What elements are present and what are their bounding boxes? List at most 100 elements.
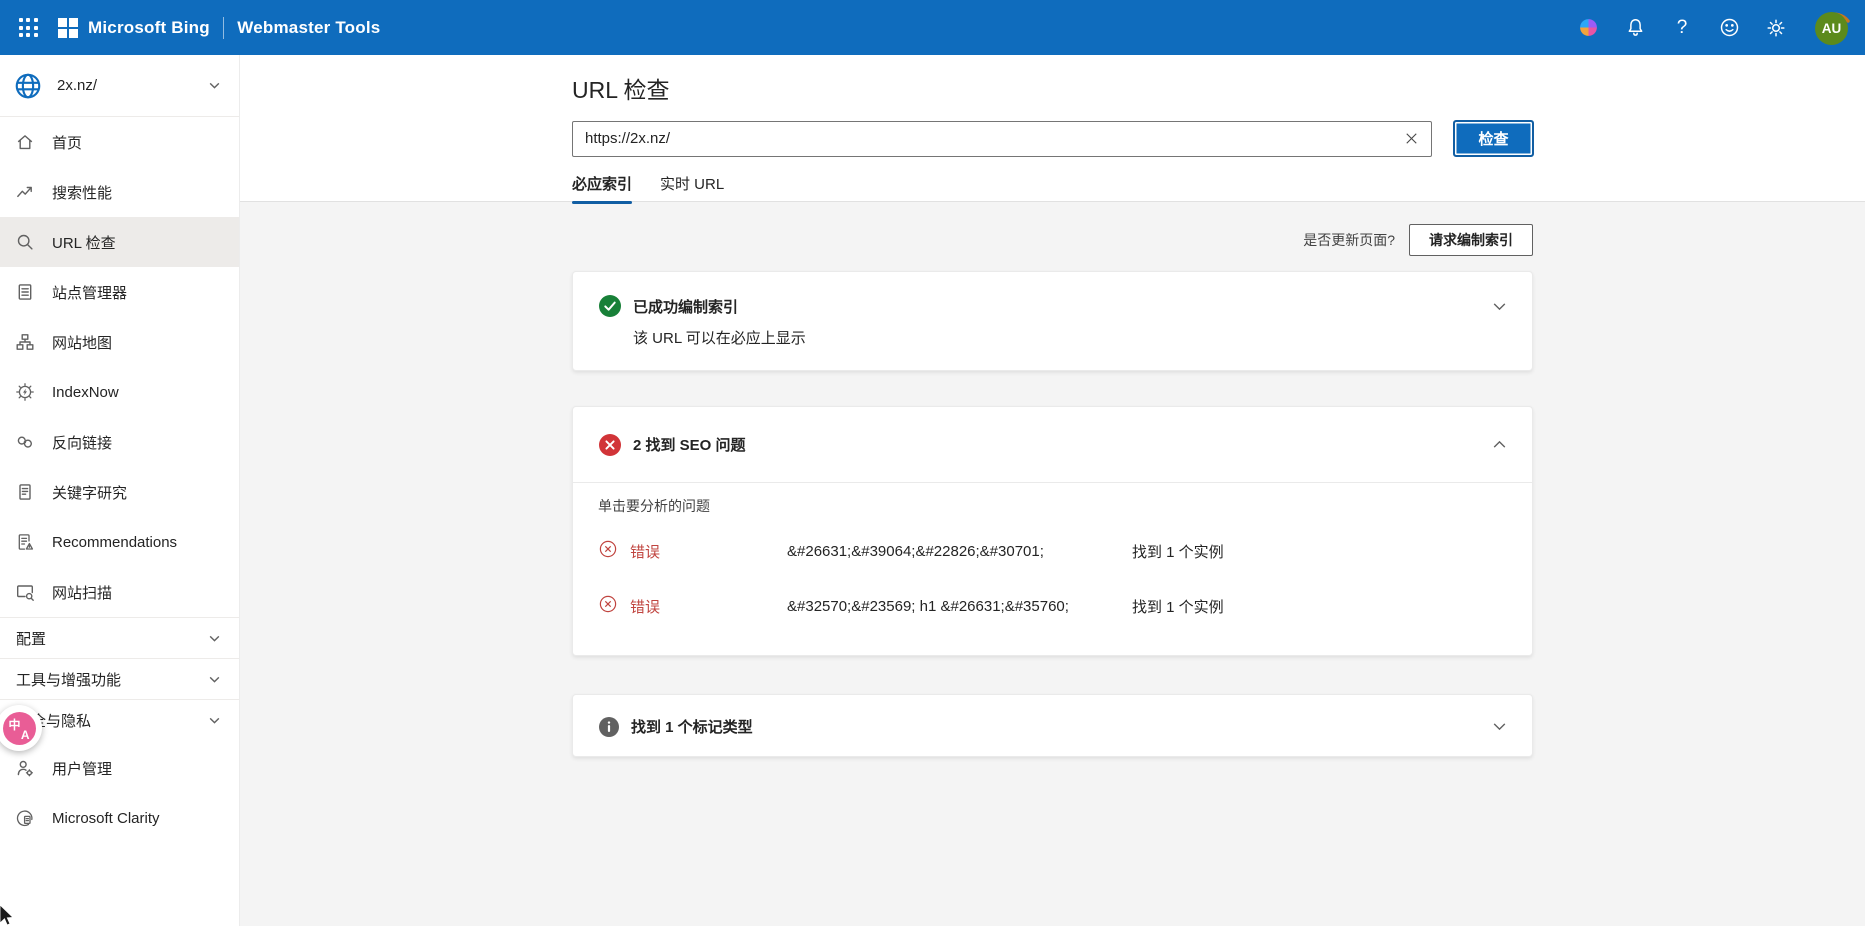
markup-card-title: 找到 1 个标记类型	[631, 716, 753, 737]
chevron-up-icon[interactable]	[1491, 436, 1508, 453]
chevron-down-icon	[208, 632, 221, 645]
indexed-card-title: 已成功编制索引	[633, 296, 738, 317]
user-management-icon	[15, 758, 35, 778]
globe-icon	[13, 71, 43, 101]
sidebar-item-user-management[interactable]: 用户管理	[0, 743, 239, 793]
sidebar-section-configuration[interactable]: 配置	[0, 617, 239, 658]
sidebar: 2x.nz/ 首页 搜索性能 URL 检查	[0, 55, 240, 926]
sidebar-item-label: 用户管理	[52, 758, 112, 779]
feedback-smiley-icon[interactable]	[1717, 16, 1741, 40]
issue-instances: 找到 1 个实例	[1132, 596, 1224, 617]
issue-description: &#26631;&#39064;&#22826;&#30701;	[787, 543, 1132, 560]
results-area: 是否更新页面? 请求编制索引 已成功编制索引 该 URL 可以在必应上显示	[240, 224, 1865, 757]
site-selector[interactable]: 2x.nz/	[0, 55, 239, 117]
avatar-initials: AU	[1815, 12, 1848, 45]
seo-card-title: 2 找到 SEO 问题	[633, 434, 746, 455]
error-x-icon	[599, 434, 621, 456]
sidebar-item-site-scan[interactable]: 网站扫描	[0, 567, 239, 617]
chevron-down-icon	[208, 79, 221, 92]
topbar-actions: ? AU	[1576, 10, 1849, 46]
site-manager-icon	[15, 282, 35, 302]
markup-types-card: 找到 1 个标记类型	[572, 694, 1533, 757]
sidebar-item-label: 网站扫描	[52, 582, 112, 603]
top-bar: Microsoft Bing Webmaster Tools ?	[0, 0, 1865, 55]
sidebar-item-label: Microsoft Clarity	[52, 810, 160, 827]
clarity-icon	[15, 808, 35, 828]
success-check-icon	[599, 295, 621, 317]
issue-instances: 找到 1 个实例	[1132, 541, 1224, 562]
issue-row[interactable]: 错误 &#32570;&#23569; h1 &#26631;&#35760; …	[598, 591, 1508, 621]
tab-bing-index[interactable]: 必应索引	[572, 173, 632, 204]
issue-severity: 错误	[630, 541, 660, 562]
seo-card-header[interactable]: 2 找到 SEO 问题	[573, 407, 1532, 482]
recommendations-icon	[15, 532, 35, 552]
site-scan-icon	[15, 582, 35, 602]
search-icon	[15, 232, 35, 252]
brand-divider	[223, 17, 225, 39]
sidebar-section-tools[interactable]: 工具与增强功能	[0, 658, 239, 699]
seo-card-body: 单击要分析的问题 错误 &#26631;&#39064;&#22826;&#30…	[573, 483, 1532, 655]
sidebar-item-label: 搜索性能	[52, 182, 112, 203]
account-avatar[interactable]: AU	[1813, 10, 1849, 46]
sidebar-item-home[interactable]: 首页	[0, 117, 239, 167]
reindex-row: 是否更新页面? 请求编制索引	[572, 224, 1533, 256]
issue-row[interactable]: 错误 &#26631;&#39064;&#22826;&#30701; 找到 1…	[598, 536, 1508, 566]
sidebar-item-url-inspection[interactable]: URL 检查	[0, 217, 239, 267]
app-launcher-icon[interactable]	[10, 10, 46, 46]
backlinks-icon	[15, 432, 35, 452]
sidebar-item-label: 关键字研究	[52, 482, 127, 503]
page-header: URL 检查 检查 必应索引 实时 URL	[240, 55, 1865, 202]
site-name: 2x.nz/	[57, 77, 97, 94]
url-search-row: 检查	[572, 120, 1865, 157]
error-outline-icon	[598, 594, 618, 618]
inspect-button[interactable]: 检查	[1453, 120, 1534, 157]
copilot-icon[interactable]	[1576, 16, 1600, 40]
issue-description: &#32570;&#23569; h1 &#26631;&#35760;	[787, 598, 1132, 615]
sidebar-item-label: 反向链接	[52, 432, 112, 453]
keyword-research-icon	[15, 482, 35, 502]
clear-input-icon[interactable]	[1400, 128, 1422, 150]
indexed-card-subtitle: 该 URL 可以在必应上显示	[633, 327, 1508, 348]
main-content: URL 检查 检查 必应索引 实时 URL 是否更新页面? 请求编制索引	[240, 55, 1865, 926]
error-outline-icon	[598, 539, 618, 563]
sidebar-item-label: URL 检查	[52, 232, 116, 253]
sidebar-item-indexnow[interactable]: IndexNow	[0, 367, 239, 417]
sidebar-item-sitemaps[interactable]: 网站地图	[0, 317, 239, 367]
sidebar-item-label: 首页	[52, 132, 82, 153]
settings-gear-icon[interactable]	[1764, 16, 1788, 40]
sitemap-icon	[15, 332, 35, 352]
translate-icon: 中 A	[3, 712, 36, 745]
microsoft-logo-icon	[58, 18, 78, 38]
sidebar-item-backlinks[interactable]: 反向链接	[0, 417, 239, 467]
trend-icon	[15, 182, 35, 202]
sidebar-item-label: 网站地图	[52, 332, 112, 353]
sidebar-item-site-explorer[interactable]: 站点管理器	[0, 267, 239, 317]
sidebar-section-label: 配置	[16, 628, 46, 649]
sidebar-item-search-performance[interactable]: 搜索性能	[0, 167, 239, 217]
brand[interactable]: Microsoft Bing Webmaster Tools	[88, 17, 380, 39]
help-icon[interactable]: ?	[1670, 16, 1694, 40]
tab-live-url[interactable]: 实时 URL	[660, 173, 724, 204]
chevron-down-icon[interactable]	[1491, 298, 1508, 315]
indexnow-icon	[15, 382, 35, 402]
sidebar-item-microsoft-clarity[interactable]: Microsoft Clarity	[0, 793, 239, 843]
home-icon	[15, 132, 35, 152]
chevron-down-icon	[208, 673, 221, 686]
sidebar-item-recommendations[interactable]: Recommendations	[0, 517, 239, 567]
brand-product: Microsoft Bing	[88, 18, 210, 38]
issue-severity: 错误	[630, 596, 660, 617]
markup-card-header[interactable]: 找到 1 个标记类型	[573, 695, 1532, 758]
page-title: URL 检查	[572, 55, 1865, 105]
chevron-down-icon	[208, 714, 221, 727]
indexed-card-header[interactable]: 已成功编制索引	[599, 295, 1508, 317]
sidebar-item-label: IndexNow	[52, 384, 119, 401]
info-icon	[599, 717, 619, 737]
notifications-bell-icon[interactable]	[1623, 16, 1647, 40]
chevron-down-icon[interactable]	[1491, 718, 1508, 735]
sidebar-item-keyword-research[interactable]: 关键字研究	[0, 467, 239, 517]
brand-suite: Webmaster Tools	[237, 18, 380, 38]
indexed-status-card: 已成功编制索引 该 URL 可以在必应上显示	[572, 271, 1533, 371]
seo-issues-card: 2 找到 SEO 问题 单击要分析的问题 错误 &#26631;&#39064;…	[572, 406, 1533, 656]
request-indexing-button[interactable]: 请求编制索引	[1409, 224, 1533, 256]
url-input[interactable]	[572, 121, 1432, 157]
